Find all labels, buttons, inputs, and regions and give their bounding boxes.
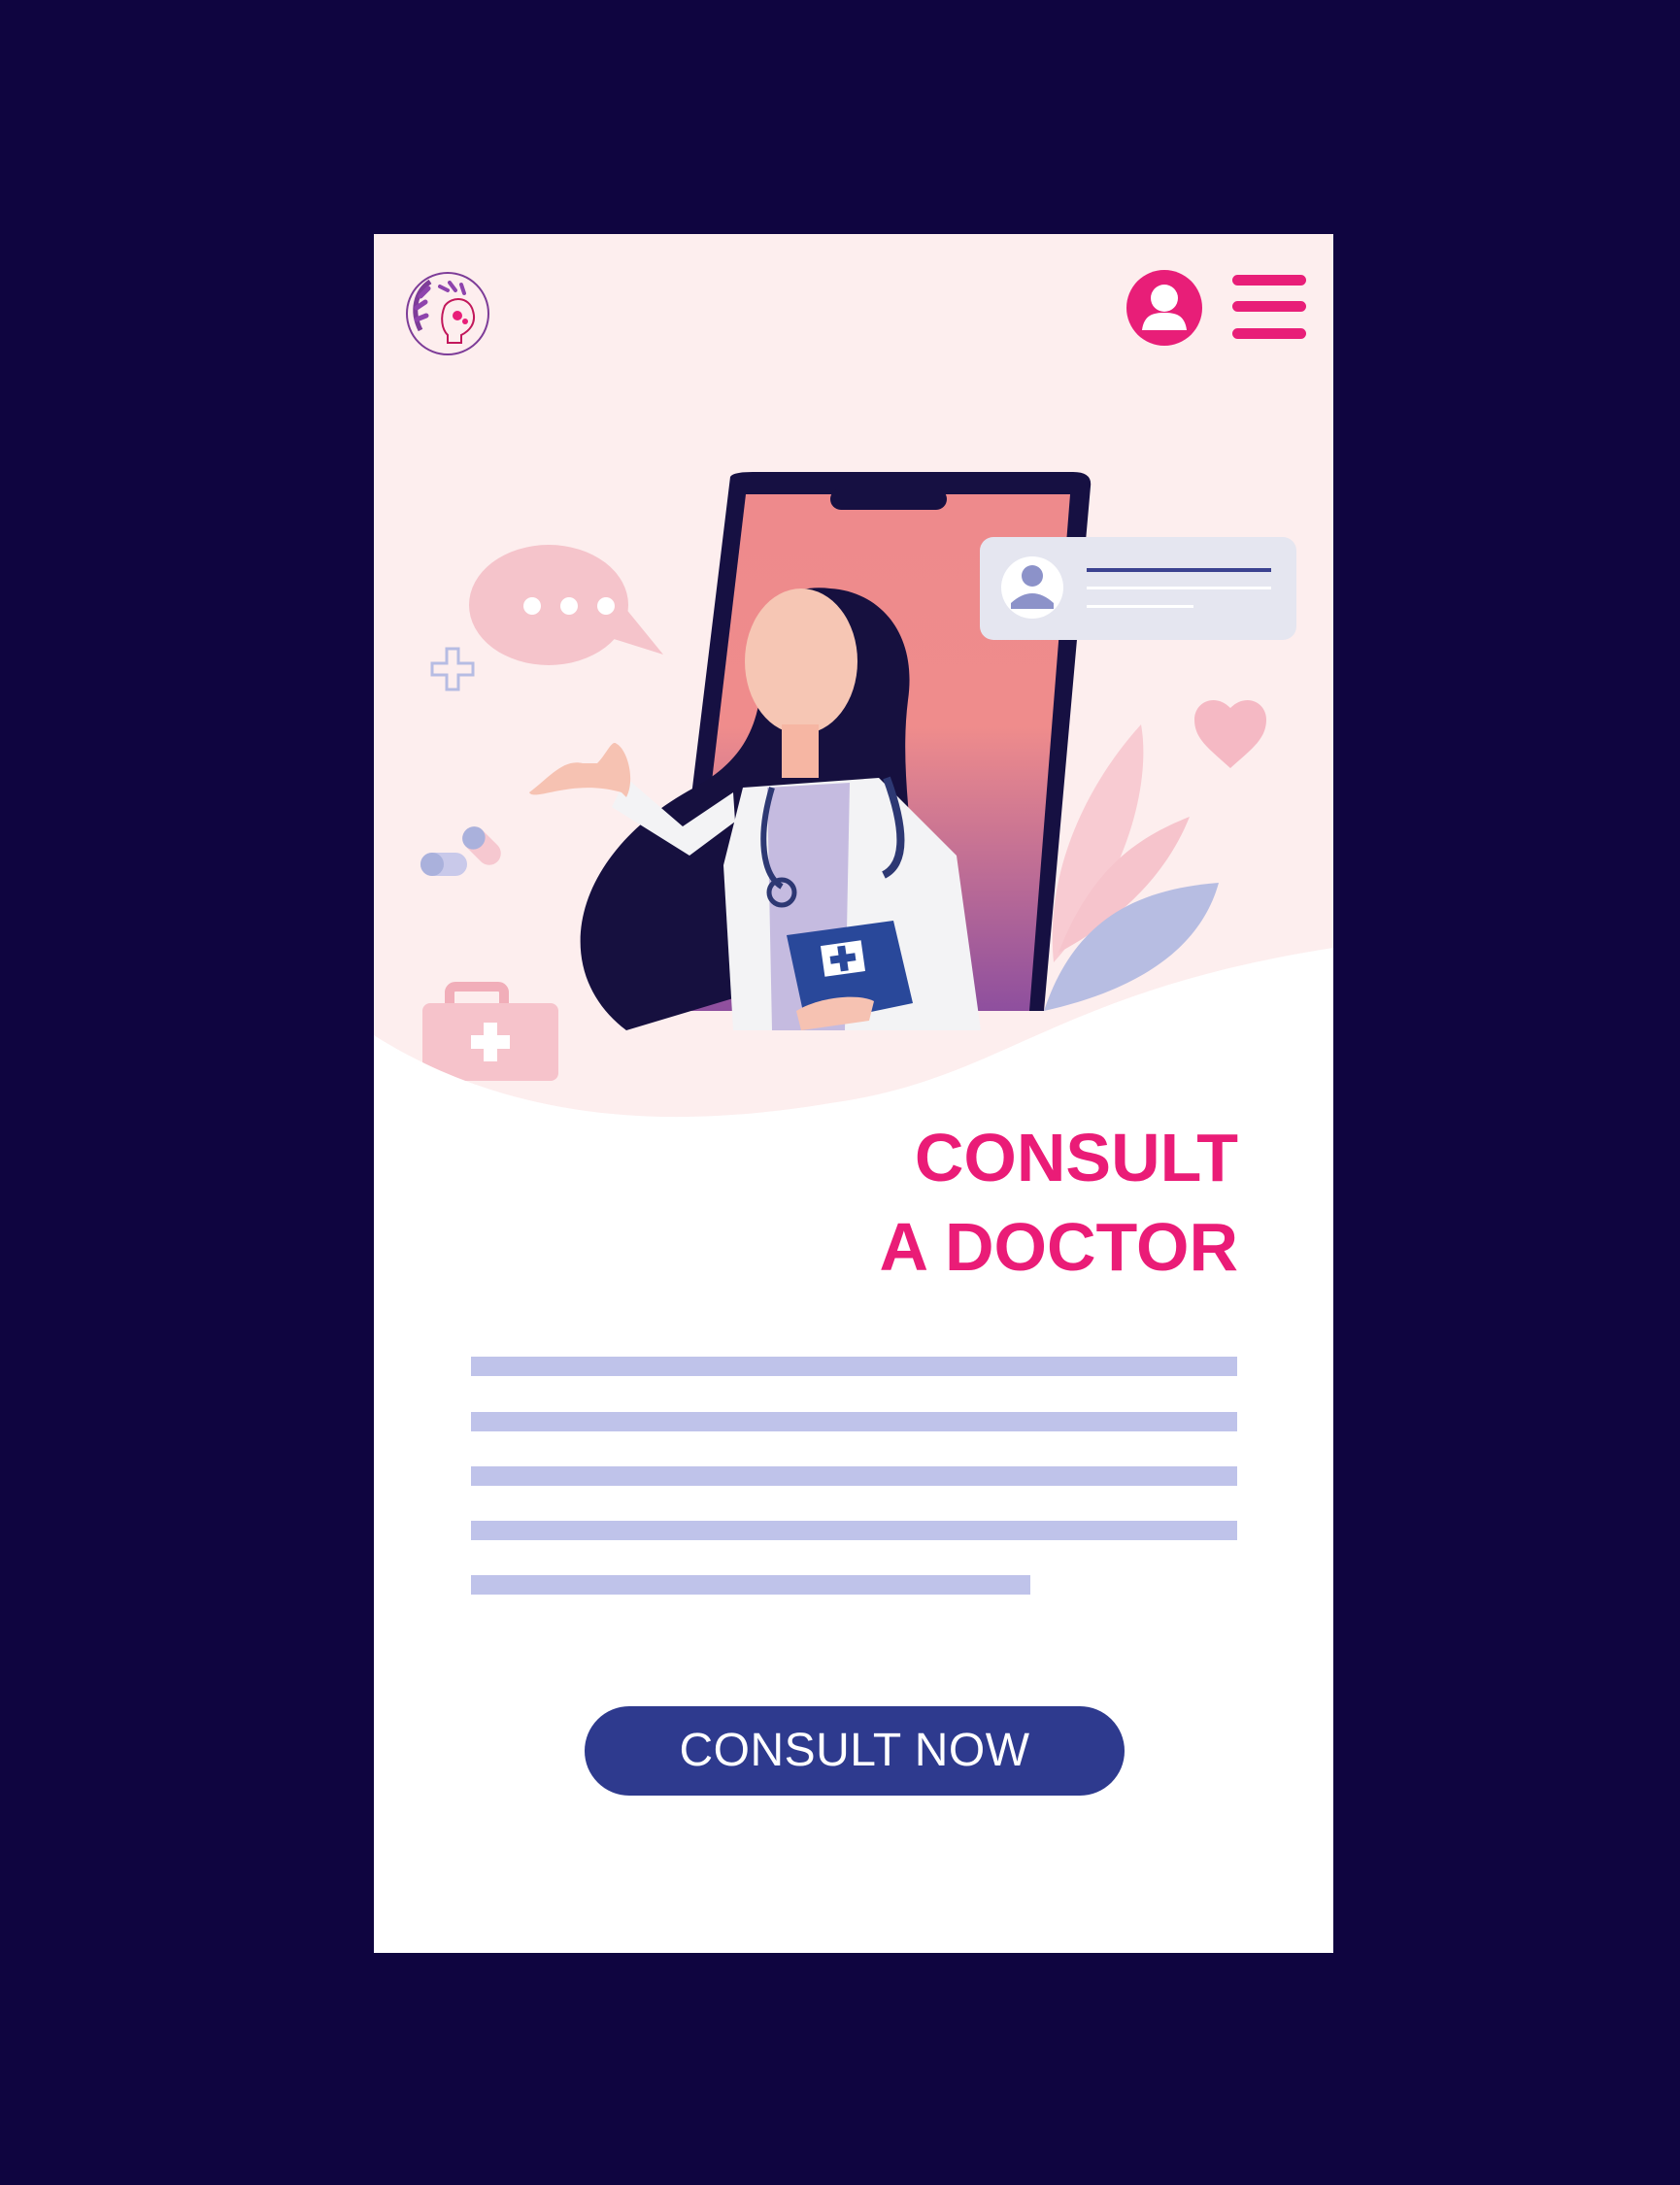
body-text-placeholder [471,1521,1237,1540]
body-text-placeholder [471,1466,1237,1486]
app-screen: CONSULT A DOCTOR CONSULT NOW [374,234,1333,1953]
hero-section [374,234,1333,1127]
hero-wave [374,948,1333,1127]
menu-bar [1232,301,1306,312]
consult-now-button[interactable]: CONSULT NOW [585,1706,1125,1796]
page-background: CONSULT A DOCTOR CONSULT NOW [0,0,1680,2185]
title-line-1: CONSULT [914,1120,1238,1195]
body-text-placeholder [471,1357,1237,1376]
menu-bar [1232,275,1306,286]
title-line-2: A DOCTOR [879,1209,1238,1285]
hamburger-menu-icon[interactable] [1232,275,1306,339]
menu-bar [1232,328,1306,339]
user-profile-icon[interactable] [1126,270,1202,346]
brain-logo-icon[interactable] [401,267,494,360]
body-text-placeholder [471,1575,1030,1595]
body-text-placeholder [471,1412,1237,1431]
page-title: CONSULT A DOCTOR [471,1113,1238,1292]
